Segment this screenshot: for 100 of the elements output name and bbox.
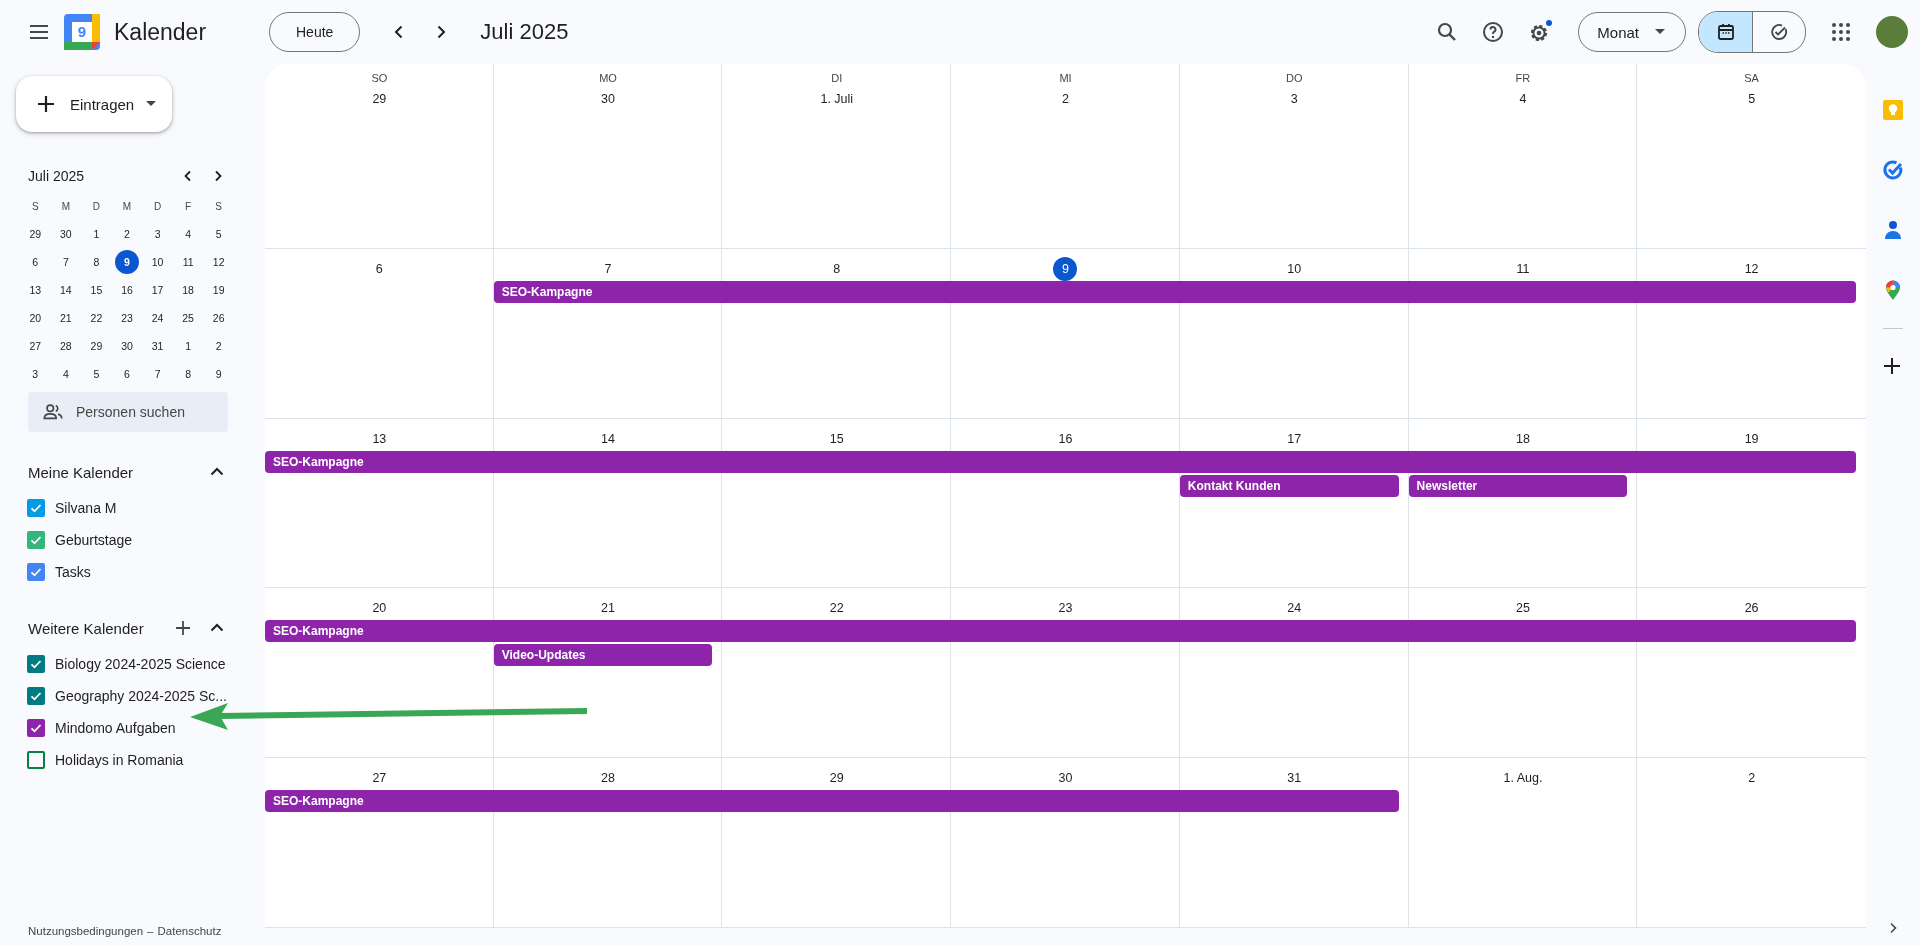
mini-calendar-day[interactable]: 20 [23, 304, 48, 332]
event-chip[interactable]: Newsletter [1408, 474, 1628, 497]
mini-calendar-day[interactable]: 2 [206, 332, 231, 360]
mini-calendar-day[interactable]: 29 [84, 332, 109, 360]
date-label[interactable]: 24 [1282, 596, 1307, 621]
mini-calendar-day[interactable]: 9 [115, 250, 139, 274]
event-chip[interactable]: SEO-Kampagne [265, 450, 1856, 473]
mini-calendar-day[interactable]: 25 [176, 304, 201, 332]
mini-calendar-day[interactable]: 18 [176, 276, 201, 304]
date-label[interactable]: 25 [1510, 596, 1535, 621]
date-label[interactable]: 26 [1739, 596, 1764, 621]
mini-calendar-day[interactable]: 30 [115, 332, 139, 360]
event-chip[interactable]: Kontakt Kunden [1179, 474, 1399, 497]
date-label[interactable]: 16 [1053, 426, 1078, 451]
date-label[interactable]: 6 [367, 256, 392, 281]
date-label[interactable]: 21 [596, 596, 621, 621]
mini-calendar-day[interactable]: 6 [115, 360, 139, 388]
event-chip[interactable]: SEO-Kampagne [265, 620, 1856, 643]
date-label[interactable]: 29 [824, 766, 849, 791]
date-label[interactable]: 9 [1053, 256, 1078, 281]
mini-calendar-day[interactable]: 30 [53, 220, 78, 248]
date-label[interactable]: 1. Aug. [1501, 766, 1545, 791]
mini-calendar-day[interactable]: 15 [84, 276, 109, 304]
calendar-view-tab[interactable] [1699, 12, 1752, 52]
date-label[interactable]: 18 [1510, 426, 1535, 451]
date-label[interactable]: 11 [1510, 256, 1535, 281]
date-label[interactable]: 10 [1282, 256, 1307, 281]
person-icon[interactable] [1882, 219, 1904, 241]
date-label[interactable]: 17 [1282, 426, 1307, 451]
mini-calendar-day[interactable]: 1 [176, 332, 201, 360]
date-label[interactable]: 3 [1282, 87, 1307, 111]
date-label[interactable]: 27 [367, 766, 392, 791]
mini-calendar-day[interactable]: 4 [53, 360, 78, 388]
mini-calendar-day[interactable]: 27 [23, 332, 48, 360]
event-chip[interactable]: SEO-Kampagne [265, 790, 1399, 813]
mini-calendar-day[interactable]: 29 [23, 220, 48, 248]
date-label[interactable]: 13 [367, 426, 392, 451]
date-label[interactable]: 5 [1739, 87, 1764, 111]
calendar-checkbox[interactable] [27, 751, 45, 769]
date-label[interactable]: 4 [1510, 87, 1535, 111]
mini-calendar-day[interactable]: 21 [53, 304, 78, 332]
footer-link[interactable]: Nutzungsbedingungen [28, 925, 144, 937]
date-label[interactable]: 2 [1053, 87, 1078, 111]
mini-calendar-day[interactable]: 5 [206, 220, 231, 248]
date-label[interactable]: 23 [1053, 596, 1078, 621]
date-label[interactable]: 12 [1739, 256, 1764, 281]
calendar-checkbox[interactable] [27, 499, 45, 517]
calendar-checkbox[interactable] [27, 719, 45, 737]
mini-calendar-day[interactable]: 3 [23, 360, 48, 388]
mini-calendar-day[interactable]: 7 [53, 248, 78, 276]
date-label[interactable]: 28 [596, 766, 621, 791]
mini-calendar-day[interactable]: 6 [23, 248, 48, 276]
mini-calendar-day[interactable]: 8 [84, 248, 109, 276]
app-name: Kalender [114, 18, 208, 46]
date-label[interactable]: 20 [367, 596, 392, 621]
calendar-checkbox[interactable] [27, 655, 45, 673]
date-label[interactable]: 14 [596, 426, 621, 451]
mini-calendar-day[interactable]: 16 [115, 276, 139, 304]
mini-calendar-day[interactable]: 4 [176, 220, 201, 248]
mini-calendar-day[interactable]: 2 [115, 220, 139, 248]
date-label[interactable]: 30 [1053, 766, 1078, 791]
people-search-field[interactable]: Personen suchen [28, 392, 228, 432]
check-circle-icon[interactable] [1882, 159, 1904, 181]
event-chip[interactable]: Video-Updates [493, 644, 713, 667]
mini-calendar-day[interactable]: 10 [145, 248, 170, 276]
mini-calendar-day[interactable]: 8 [176, 360, 201, 388]
calendar-checkbox[interactable] [27, 687, 45, 705]
mini-calendar-day[interactable]: 24 [145, 304, 170, 332]
calendar-checkbox[interactable] [27, 531, 45, 549]
mini-calendar-day[interactable]: 23 [115, 304, 139, 332]
mini-calendar-day[interactable]: 3 [145, 220, 170, 248]
mini-calendar-day[interactable]: 14 [53, 276, 78, 304]
date-label[interactable]: 7 [596, 256, 621, 281]
mini-calendar-day[interactable]: 9 [206, 360, 231, 388]
mini-calendar-day[interactable]: 13 [23, 276, 48, 304]
date-label[interactable]: 2 [1739, 766, 1764, 791]
event-chip[interactable]: SEO-Kampagne [493, 280, 1856, 303]
mini-calendar-day[interactable]: 31 [145, 332, 170, 360]
calendar-checkbox[interactable] [27, 563, 45, 581]
mini-calendar-day[interactable]: 5 [84, 360, 109, 388]
create-button[interactable]: Eintragen [16, 76, 172, 132]
avatar[interactable] [1876, 16, 1908, 48]
date-label[interactable]: 31 [1282, 766, 1307, 791]
footer-link[interactable]: Datenschutz [157, 925, 222, 937]
mini-calendar-day[interactable]: 11 [176, 248, 201, 276]
mini-calendar-day[interactable]: 1 [84, 220, 109, 248]
date-label[interactable]: 1. Juli [818, 87, 856, 111]
date-label[interactable]: 8 [824, 256, 849, 281]
mini-calendar-day[interactable]: 26 [206, 304, 231, 332]
mini-calendar-day[interactable]: 12 [206, 248, 231, 276]
mini-calendar-day[interactable]: 22 [84, 304, 109, 332]
mini-calendar-day[interactable]: 28 [53, 332, 78, 360]
mini-calendar-day[interactable]: 19 [206, 276, 231, 304]
date-label[interactable]: 29 [367, 87, 392, 111]
date-label[interactable]: 22 [824, 596, 849, 621]
date-label[interactable]: 30 [596, 87, 621, 111]
date-label[interactable]: 19 [1739, 426, 1764, 451]
mini-calendar-day[interactable]: 17 [145, 276, 170, 304]
date-label[interactable]: 15 [824, 426, 849, 451]
mini-calendar-day[interactable]: 7 [145, 360, 170, 388]
